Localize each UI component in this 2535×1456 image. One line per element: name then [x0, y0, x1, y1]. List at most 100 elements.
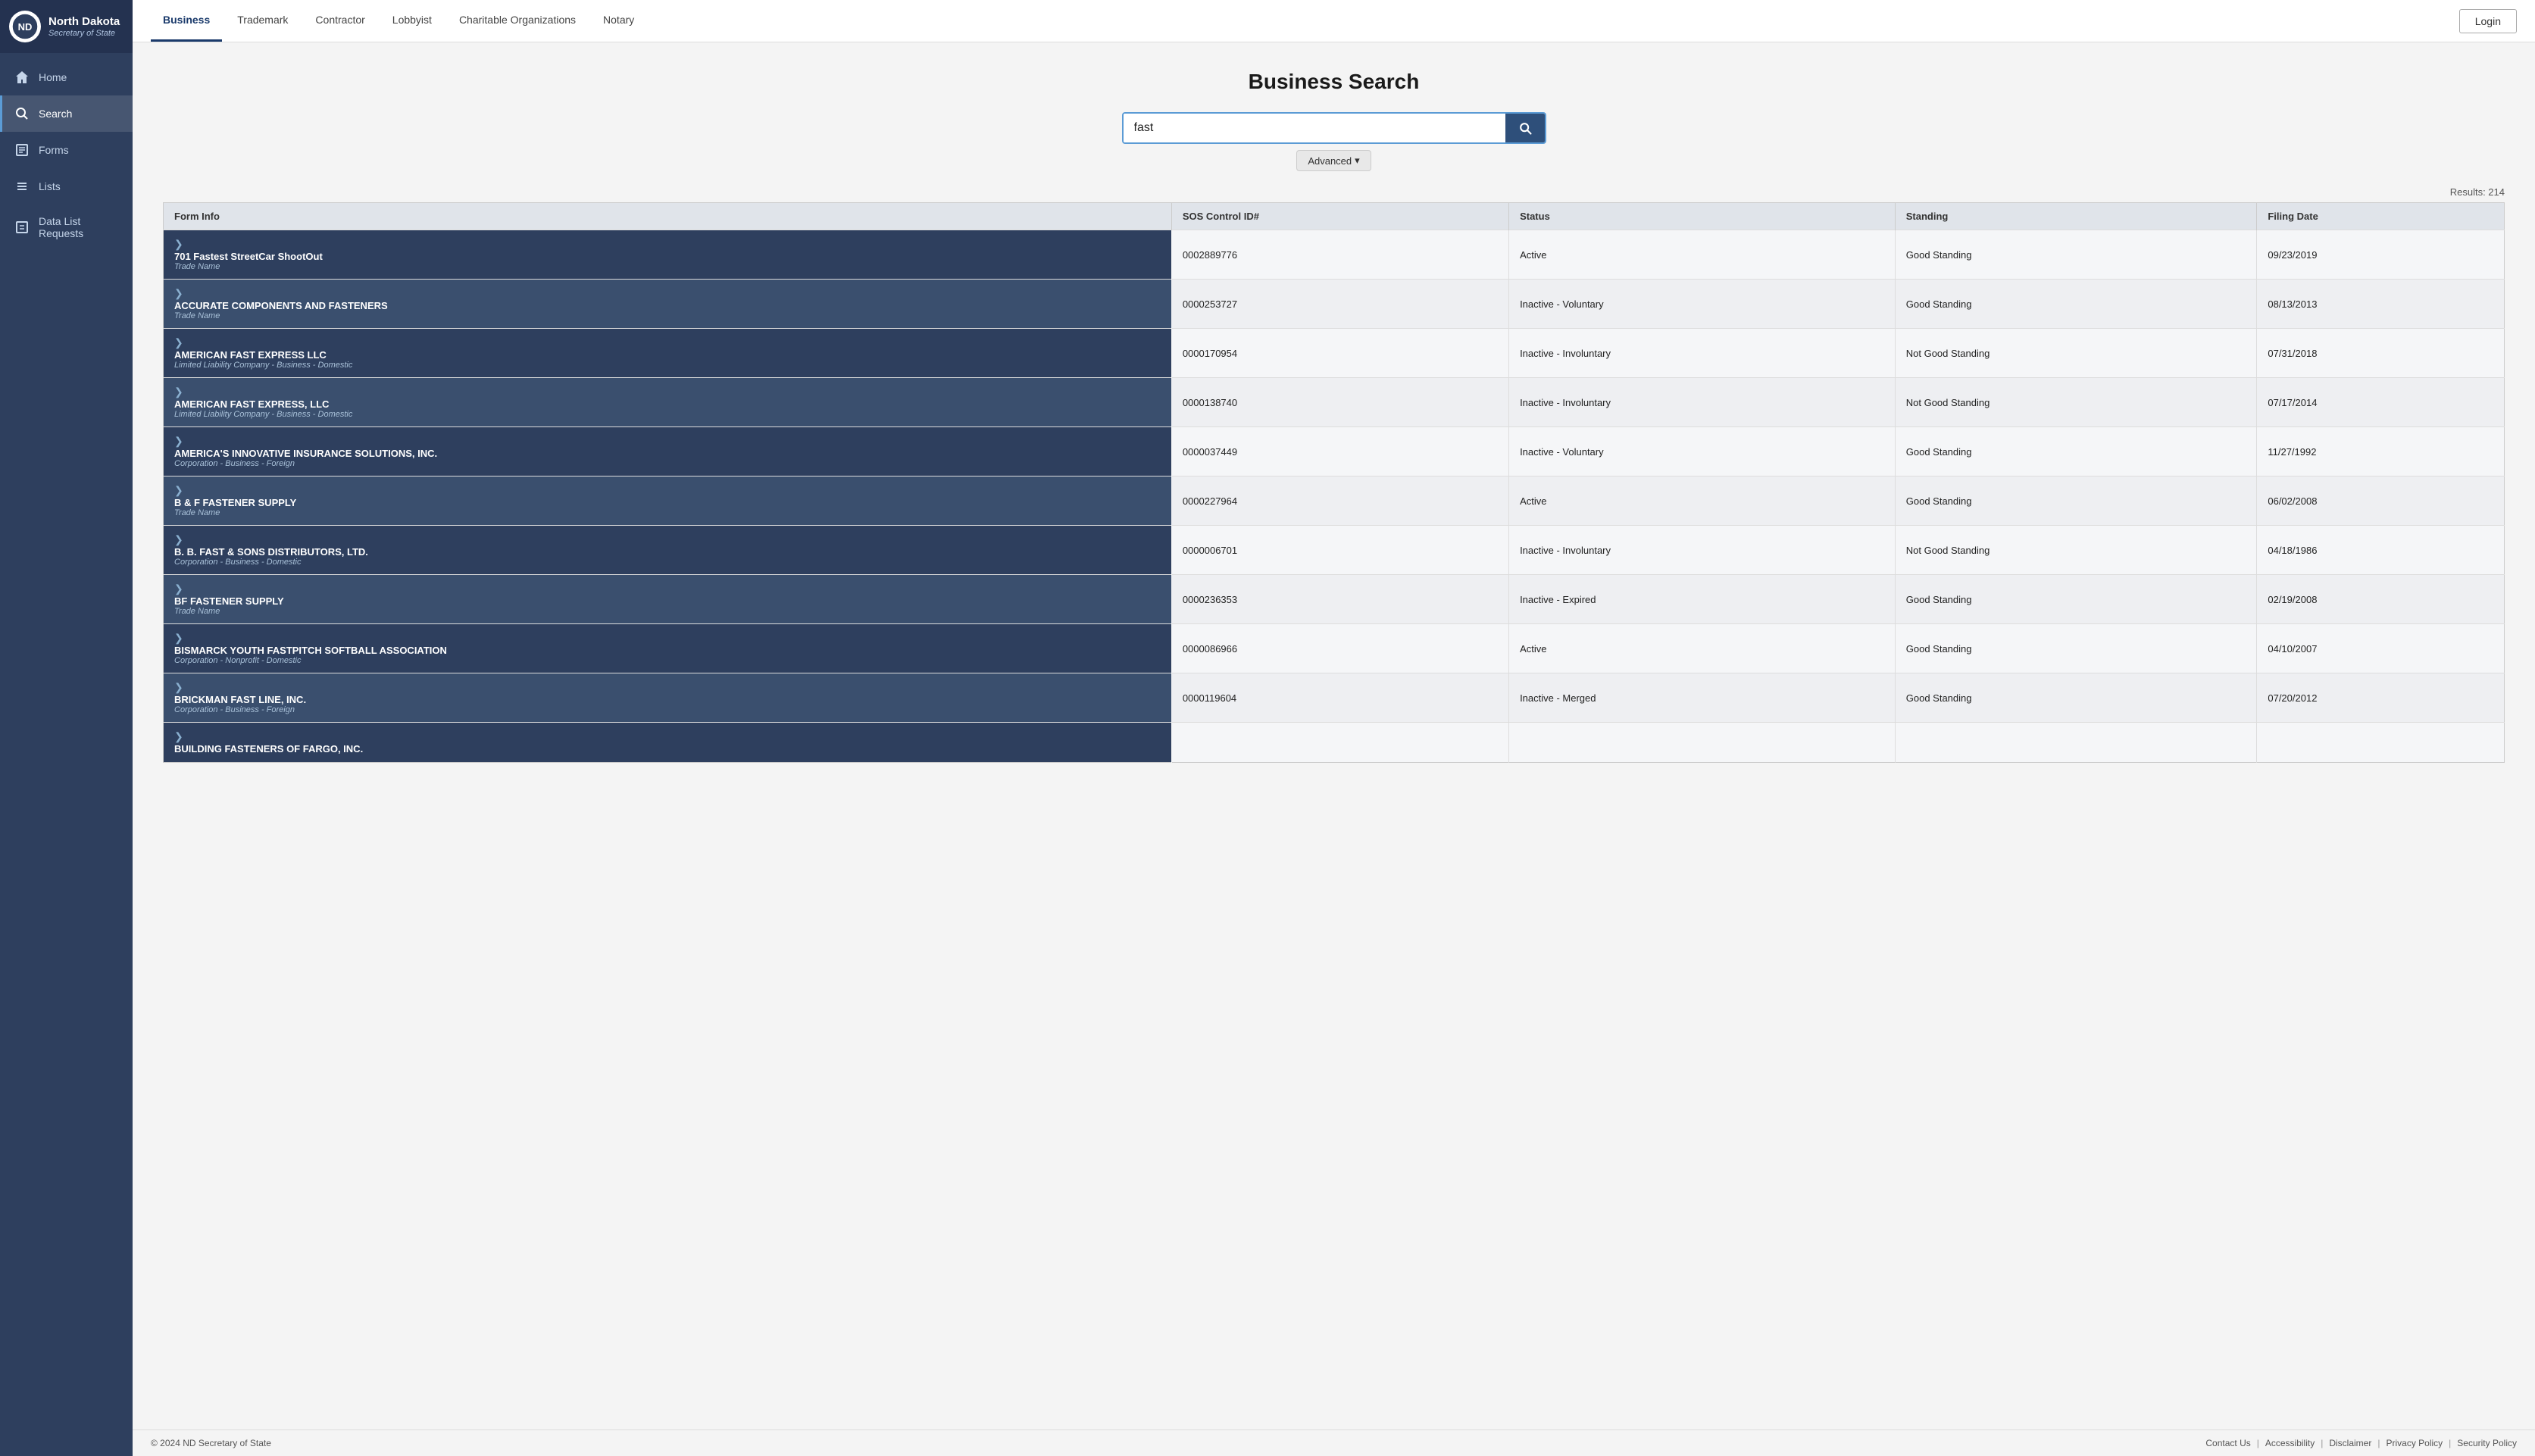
sidebar-item-search[interactable]: Search — [0, 95, 133, 132]
footer-link-accessibility[interactable]: Accessibility — [2265, 1438, 2315, 1448]
tab-business[interactable]: Business — [151, 0, 222, 42]
col-status: Status — [1509, 203, 1896, 230]
entity-name: AMERICA'S INNOVATIVE INSURANCE SOLUTIONS… — [174, 448, 1161, 459]
standing-cell: Not Good Standing — [1895, 378, 2257, 427]
tab-lobbyist[interactable]: Lobbyist — [380, 0, 444, 42]
col-sos-id: SOS Control ID# — [1171, 203, 1508, 230]
chevron-right-icon: ❯ — [174, 484, 183, 496]
footer: © 2024 ND Secretary of State Contact Us … — [133, 1429, 2535, 1456]
sidebar-item-home[interactable]: Home — [0, 59, 133, 95]
table-row[interactable]: ❯ B. B. FAST & SONS DISTRIBUTORS, LTD. C… — [164, 526, 2505, 575]
col-standing: Standing — [1895, 203, 2257, 230]
status-cell: Inactive - Merged — [1509, 673, 1896, 723]
tab-charitable[interactable]: Charitable Organizations — [447, 0, 588, 42]
table-row[interactable]: ❯ ACCURATE COMPONENTS AND FASTENERS Trad… — [164, 280, 2505, 329]
chevron-right-icon: ❯ — [174, 287, 183, 299]
sidebar-item-forms[interactable]: Forms — [0, 132, 133, 168]
search-icon — [1518, 120, 1533, 136]
col-form-info: Form Info — [164, 203, 1172, 230]
login-button[interactable]: Login — [2459, 9, 2517, 33]
logo-text: North Dakota Secretary of State — [48, 15, 120, 38]
sidebar-item-lists[interactable]: Lists — [0, 168, 133, 205]
footer-link-contact[interactable]: Contact Us — [2205, 1438, 2250, 1448]
sidebar-item-forms-label: Forms — [39, 144, 69, 156]
logo-sub: Secretary of State — [48, 29, 120, 38]
table-row[interactable]: ❯ 701 Fastest StreetCar ShootOut Trade N… — [164, 230, 2505, 280]
search-container: Advanced ▾ — [163, 112, 2505, 171]
entity-name: BISMARCK YOUTH FASTPITCH SOFTBALL ASSOCI… — [174, 645, 1161, 656]
filing-date-cell: 07/17/2014 — [2257, 378, 2505, 427]
standing-cell: Not Good Standing — [1895, 329, 2257, 378]
search-button[interactable] — [1505, 114, 1545, 142]
results-table: Form Info SOS Control ID# Status Standin… — [163, 202, 2505, 763]
status-cell: Inactive - Involuntary — [1509, 378, 1896, 427]
table-row[interactable]: ❯ BISMARCK YOUTH FASTPITCH SOFTBALL ASSO… — [164, 624, 2505, 673]
chevron-right-icon: ❯ — [174, 533, 183, 545]
chevron-right-icon: ❯ — [174, 238, 183, 250]
table-row[interactable]: ❯ BUILDING FASTENERS OF FARGO, INC. — [164, 723, 2505, 763]
sos-id-cell: 0000006701 — [1171, 526, 1508, 575]
chevron-right-icon: ❯ — [174, 730, 183, 742]
entity-name: ACCURATE COMPONENTS AND FASTENERS — [174, 300, 1161, 311]
chevron-right-icon: ❯ — [174, 435, 183, 447]
chevron-right-icon: ❯ — [174, 386, 183, 398]
standing-cell — [1895, 723, 2257, 763]
sidebar-item-lists-label: Lists — [39, 180, 61, 192]
main-wrapper: Business Trademark Contractor Lobbyist C… — [133, 0, 2535, 1456]
table-row[interactable]: ❯ BF FASTENER SUPPLY Trade Name 00002363… — [164, 575, 2505, 624]
entity-type: Limited Liability Company - Business - D… — [174, 410, 1161, 419]
main-content: Business Search Advanced ▾ Results: 214 … — [133, 42, 2535, 1429]
entity-type: Corporation - Business - Foreign — [174, 705, 1161, 714]
footer-link-privacy[interactable]: Privacy Policy — [2386, 1438, 2443, 1448]
entity-type: Trade Name — [174, 311, 1161, 320]
sidebar: ND North Dakota Secretary of State Home … — [0, 0, 133, 1456]
entity-name: B & F FASTENER SUPPLY — [174, 497, 1161, 508]
search-box — [1122, 112, 1546, 144]
tab-trademark[interactable]: Trademark — [225, 0, 300, 42]
footer-link-disclaimer[interactable]: Disclaimer — [2329, 1438, 2371, 1448]
filing-date-cell: 08/13/2013 — [2257, 280, 2505, 329]
status-cell: Inactive - Voluntary — [1509, 280, 1896, 329]
sidebar-navigation: Home Search Forms Lists Data List Reques… — [0, 59, 133, 250]
results-count: Results: 214 — [163, 186, 2505, 198]
status-cell: Active — [1509, 230, 1896, 280]
forms-icon — [14, 142, 30, 158]
entity-type: Trade Name — [174, 508, 1161, 517]
tab-contractor[interactable]: Contractor — [303, 0, 377, 42]
table-row[interactable]: ❯ AMERICA'S INNOVATIVE INSURANCE SOLUTIO… — [164, 427, 2505, 476]
lists-icon — [14, 179, 30, 194]
entity-type: Trade Name — [174, 607, 1161, 616]
table-row[interactable]: ❯ B & F FASTENER SUPPLY Trade Name 00002… — [164, 476, 2505, 526]
footer-copyright: © 2024 ND Secretary of State — [151, 1438, 271, 1448]
data-list-icon — [14, 220, 30, 235]
standing-cell: Good Standing — [1895, 575, 2257, 624]
filing-date-cell: 07/20/2012 — [2257, 673, 2505, 723]
page-title: Business Search — [163, 70, 2505, 94]
entity-type: Corporation - Nonprofit - Domestic — [174, 656, 1161, 665]
standing-cell: Good Standing — [1895, 280, 2257, 329]
logo-circle: ND — [9, 11, 41, 42]
tab-notary[interactable]: Notary — [591, 0, 646, 42]
status-cell — [1509, 723, 1896, 763]
entity-type: Trade Name — [174, 262, 1161, 271]
entity-name: BF FASTENER SUPPLY — [174, 595, 1161, 607]
footer-links: Contact Us | Accessibility | Disclaimer … — [2205, 1438, 2517, 1448]
entity-name: AMERICAN FAST EXPRESS, LLC — [174, 398, 1161, 410]
entity-type: Limited Liability Company - Business - D… — [174, 361, 1161, 370]
table-row[interactable]: ❯ AMERICAN FAST EXPRESS, LLC Limited Lia… — [164, 378, 2505, 427]
sos-id-cell — [1171, 723, 1508, 763]
advanced-button[interactable]: Advanced ▾ — [1296, 150, 1371, 171]
search-input[interactable] — [1124, 114, 1505, 142]
table-row[interactable]: ❯ BRICKMAN FAST LINE, INC. Corporation -… — [164, 673, 2505, 723]
filing-date-cell: 09/23/2019 — [2257, 230, 2505, 280]
entity-type: Corporation - Business - Domestic — [174, 558, 1161, 567]
footer-link-security[interactable]: Security Policy — [2457, 1438, 2517, 1448]
sos-id-cell: 0000227964 — [1171, 476, 1508, 526]
standing-cell: Good Standing — [1895, 476, 2257, 526]
table-row[interactable]: ❯ AMERICAN FAST EXPRESS LLC Limited Liab… — [164, 329, 2505, 378]
sidebar-item-search-label: Search — [39, 108, 72, 120]
sidebar-item-home-label: Home — [39, 71, 67, 83]
sidebar-item-data-list-requests[interactable]: Data List Requests — [0, 205, 133, 250]
filing-date-cell: 02/19/2008 — [2257, 575, 2505, 624]
chevron-right-icon: ❯ — [174, 583, 183, 595]
